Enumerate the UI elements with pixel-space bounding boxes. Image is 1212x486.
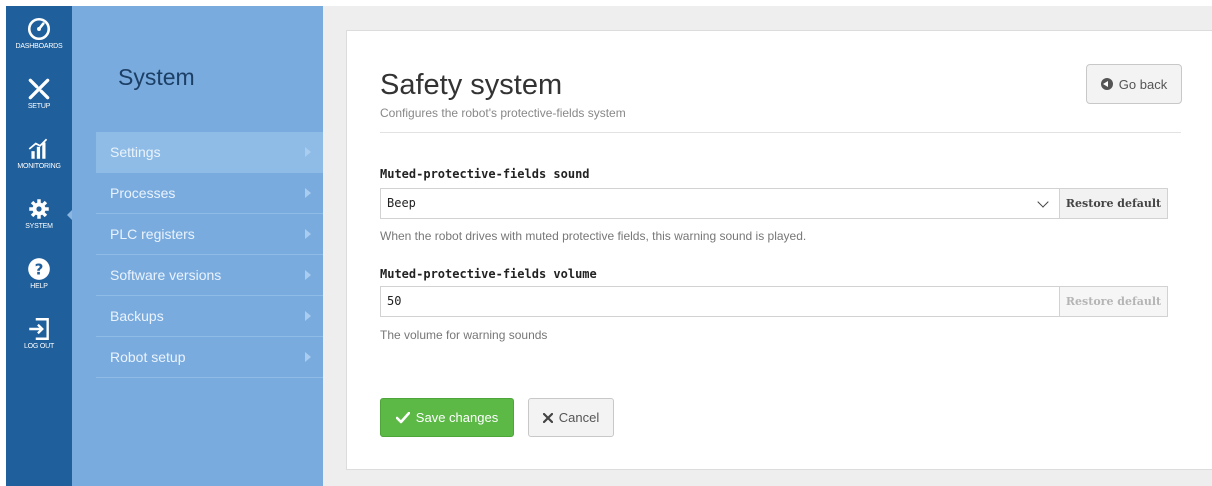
rail-label: MONITORING [17,163,61,170]
sound-field-label: Muted-protective-fields sound [380,167,590,181]
cancel-button[interactable]: Cancel [528,398,614,437]
subnav-item-label: PLC registers [110,226,195,242]
rail-logout[interactable]: LOG OUT [6,306,72,366]
page-title: Safety system [380,69,563,101]
cancel-label: Cancel [558,410,600,425]
chevron-right-icon [305,311,311,321]
subnav-item-backups[interactable]: Backups [96,296,323,337]
subnav-item-settings[interactable]: Settings [96,132,323,173]
chevron-right-icon [305,229,311,239]
sound-field-row: Beep Restore default [380,188,1168,219]
page-subtitle: Configures the robot's protective-fields… [380,106,626,120]
rail-label: DASHBOARDS [15,43,63,50]
subnav-item-software-versions[interactable]: Software versions [96,255,323,296]
subnav-item-plc-registers[interactable]: PLC registers [96,214,323,255]
rail-help[interactable]: ? HELP [6,246,72,306]
svg-text:?: ? [35,260,44,278]
volume-field-row: 50 Restore default [380,286,1168,317]
go-back-label: Go back [1118,76,1168,92]
subnav-item-robot-setup[interactable]: Robot setup [96,337,323,378]
volume-field-label: Muted-protective-fields volume [380,267,597,281]
volume-help-text: The volume for warning sounds [380,328,548,342]
volume-input-value: 50 [387,294,402,308]
dashboard-icon [27,17,51,41]
sound-restore-default-button[interactable]: Restore default [1059,188,1168,219]
chevron-right-icon [305,270,311,280]
rail-label: LOG OUT [23,343,55,350]
help-icon: ? [28,258,50,280]
go-back-button[interactable]: Go back [1086,64,1182,104]
chevron-down-icon [1037,196,1049,208]
rail-system[interactable]: SYSTEM [6,186,72,246]
rail-monitoring[interactable]: MONITORING [6,126,72,186]
volume-input[interactable]: 50 [380,286,1059,317]
subnav-item-label: Processes [110,185,176,201]
sound-select[interactable]: Beep [380,188,1059,219]
volume-restore-default-button[interactable]: Restore default [1059,286,1168,317]
gear-icon [29,199,49,219]
chevron-right-icon [305,147,311,157]
sound-help-text: When the robot drives with muted protect… [380,229,807,243]
rail-setup[interactable]: SETUP [6,66,72,126]
monitoring-icon [28,138,48,159]
close-icon [542,412,553,423]
setup-tools-icon [28,78,50,100]
subnav-item-label: Software versions [110,267,222,283]
subnav-item-label: Settings [110,144,161,160]
checkmark-icon [395,411,410,423]
sound-select-value: Beep [387,196,416,210]
subnav-item-label: Backups [110,308,164,324]
rail-label: SYSTEM [25,223,53,230]
rail-label: HELP [30,283,48,290]
subnav-list: Settings Processes PLC registers Softwar… [96,132,323,378]
save-changes-button[interactable]: Save changes [380,398,514,437]
chevron-right-icon [305,352,311,362]
subnav-item-label: Robot setup [110,349,186,365]
settings-card: Safety system Configures the robot's pro… [346,30,1212,470]
icon-rail: DASHBOARDS SETUP MONITORING SYSTEM ? HEL… [6,6,72,486]
back-arrow-icon [1100,78,1113,90]
divider [380,132,1181,133]
chevron-right-icon [305,188,311,198]
subnav-title: System [118,64,195,90]
rail-label: SETUP [27,103,51,110]
system-subnav: System Settings Processes PLC registers … [72,6,323,486]
logout-icon [29,318,49,340]
save-changes-label: Save changes [415,410,499,425]
subnav-item-processes[interactable]: Processes [96,173,323,214]
rail-dashboards[interactable]: DASHBOARDS [6,6,72,66]
